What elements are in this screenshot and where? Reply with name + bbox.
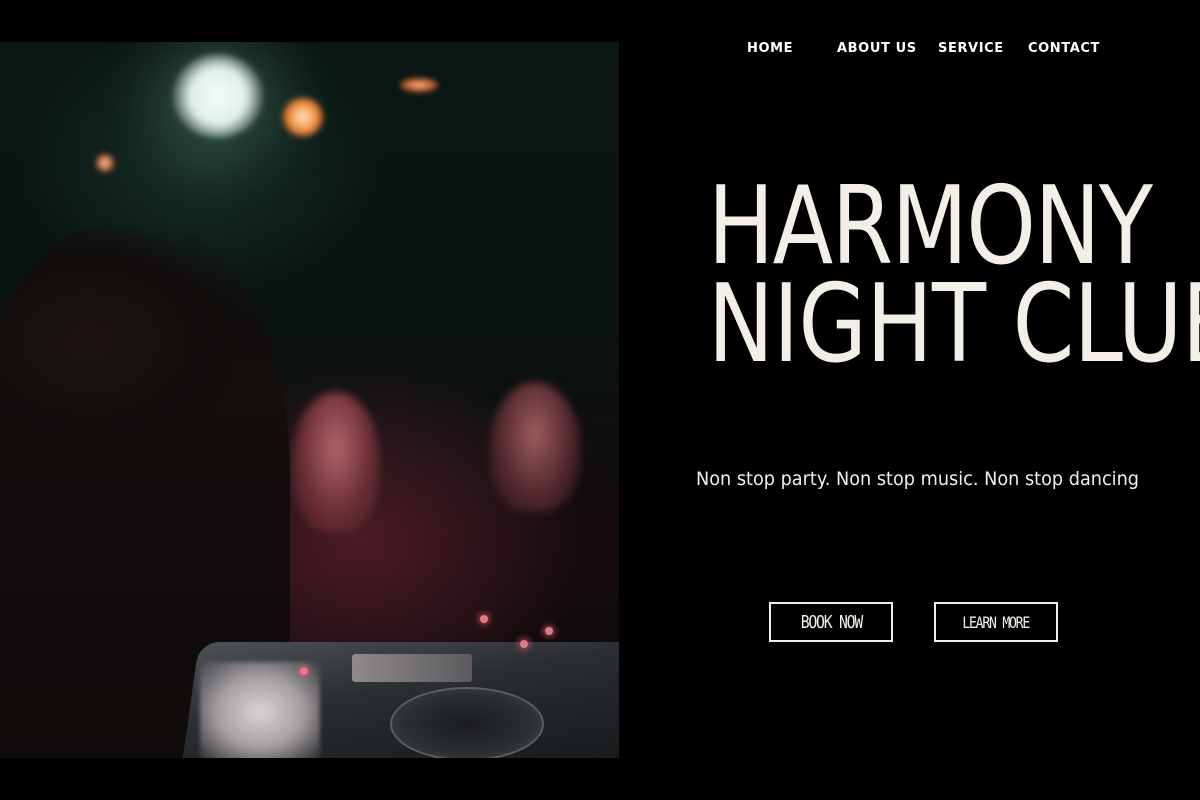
learn-more-label: LEARN MORE xyxy=(962,612,1031,632)
mixer-knob xyxy=(520,640,528,648)
learn-more-button[interactable]: LEARN MORE xyxy=(934,602,1058,642)
stage-spotlight xyxy=(172,54,264,138)
nav-about-us-link[interactable]: ABOUT US xyxy=(837,41,917,56)
hero-title: HARMONY NIGHT CLUB xyxy=(660,173,1200,387)
mixer-knob xyxy=(545,627,553,635)
nav-service-link[interactable]: SERVICE xyxy=(938,41,1004,56)
hero-tagline: Non stop party. Non stop music. Non stop… xyxy=(695,468,1140,490)
stage-light-small xyxy=(400,78,438,92)
turntable-platter xyxy=(390,687,544,758)
mixer-screen xyxy=(352,654,472,682)
mixer-knob xyxy=(300,667,308,675)
hero-title-line-2: NIGHT CLUB xyxy=(707,262,1200,387)
crowd-person xyxy=(490,382,580,512)
crowd-person xyxy=(292,392,380,532)
mixer-highlight xyxy=(200,662,320,758)
nav-contact-link[interactable]: CONTACT xyxy=(1028,41,1100,56)
main-nav: HOME ABOUT US SERVICE CONTACT xyxy=(720,41,1120,59)
nav-home-link[interactable]: HOME xyxy=(747,41,793,56)
hero-photo xyxy=(0,42,619,758)
book-now-button[interactable]: BOOK NOW xyxy=(769,602,893,642)
mixer-knob xyxy=(480,615,488,623)
stage-light-orange xyxy=(282,97,324,137)
book-now-label: BOOK NOW xyxy=(800,611,862,633)
stage-light-small xyxy=(96,154,114,172)
